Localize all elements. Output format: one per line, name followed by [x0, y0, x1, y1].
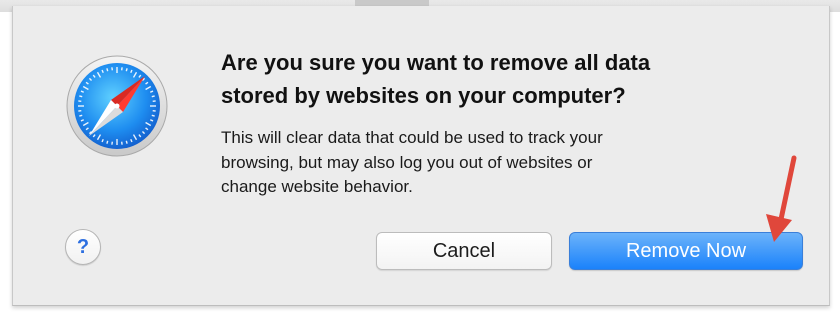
compass-tick [125, 140, 128, 144]
alert-title: Are you sure you want to remove all data… [221, 46, 821, 112]
compass-tick [79, 95, 83, 98]
safari-compass-icon [66, 55, 168, 157]
alert-message-line-1: This will clear data that could be used … [221, 128, 603, 147]
alert-message-line-2: browsing, but may also log you out of we… [221, 152, 593, 172]
compass-tick [106, 140, 109, 144]
red-arrow-annotation [766, 155, 797, 242]
alert-sheet: Are you sure you want to remove all data… [12, 6, 830, 306]
alert-message-line-3: change website behavior. [221, 177, 413, 196]
cancel-button[interactable]: Cancel [376, 232, 552, 270]
compass-tick [151, 114, 155, 117]
alert-title-line-2: stored by websites on your computer? [221, 83, 626, 108]
compass-tick [125, 68, 128, 72]
screenshot: Are you sure you want to remove all data… [0, 0, 840, 312]
question-mark-icon: ? [76, 236, 90, 258]
alert-title-line-1: Are you sure you want to remove all data [221, 50, 651, 75]
compass-tick [79, 114, 83, 117]
alert-message: This will clear data that could be used … [221, 126, 821, 200]
help-button[interactable]: ? [65, 229, 101, 265]
compass-tick [106, 68, 109, 72]
compass-tick [151, 95, 155, 98]
